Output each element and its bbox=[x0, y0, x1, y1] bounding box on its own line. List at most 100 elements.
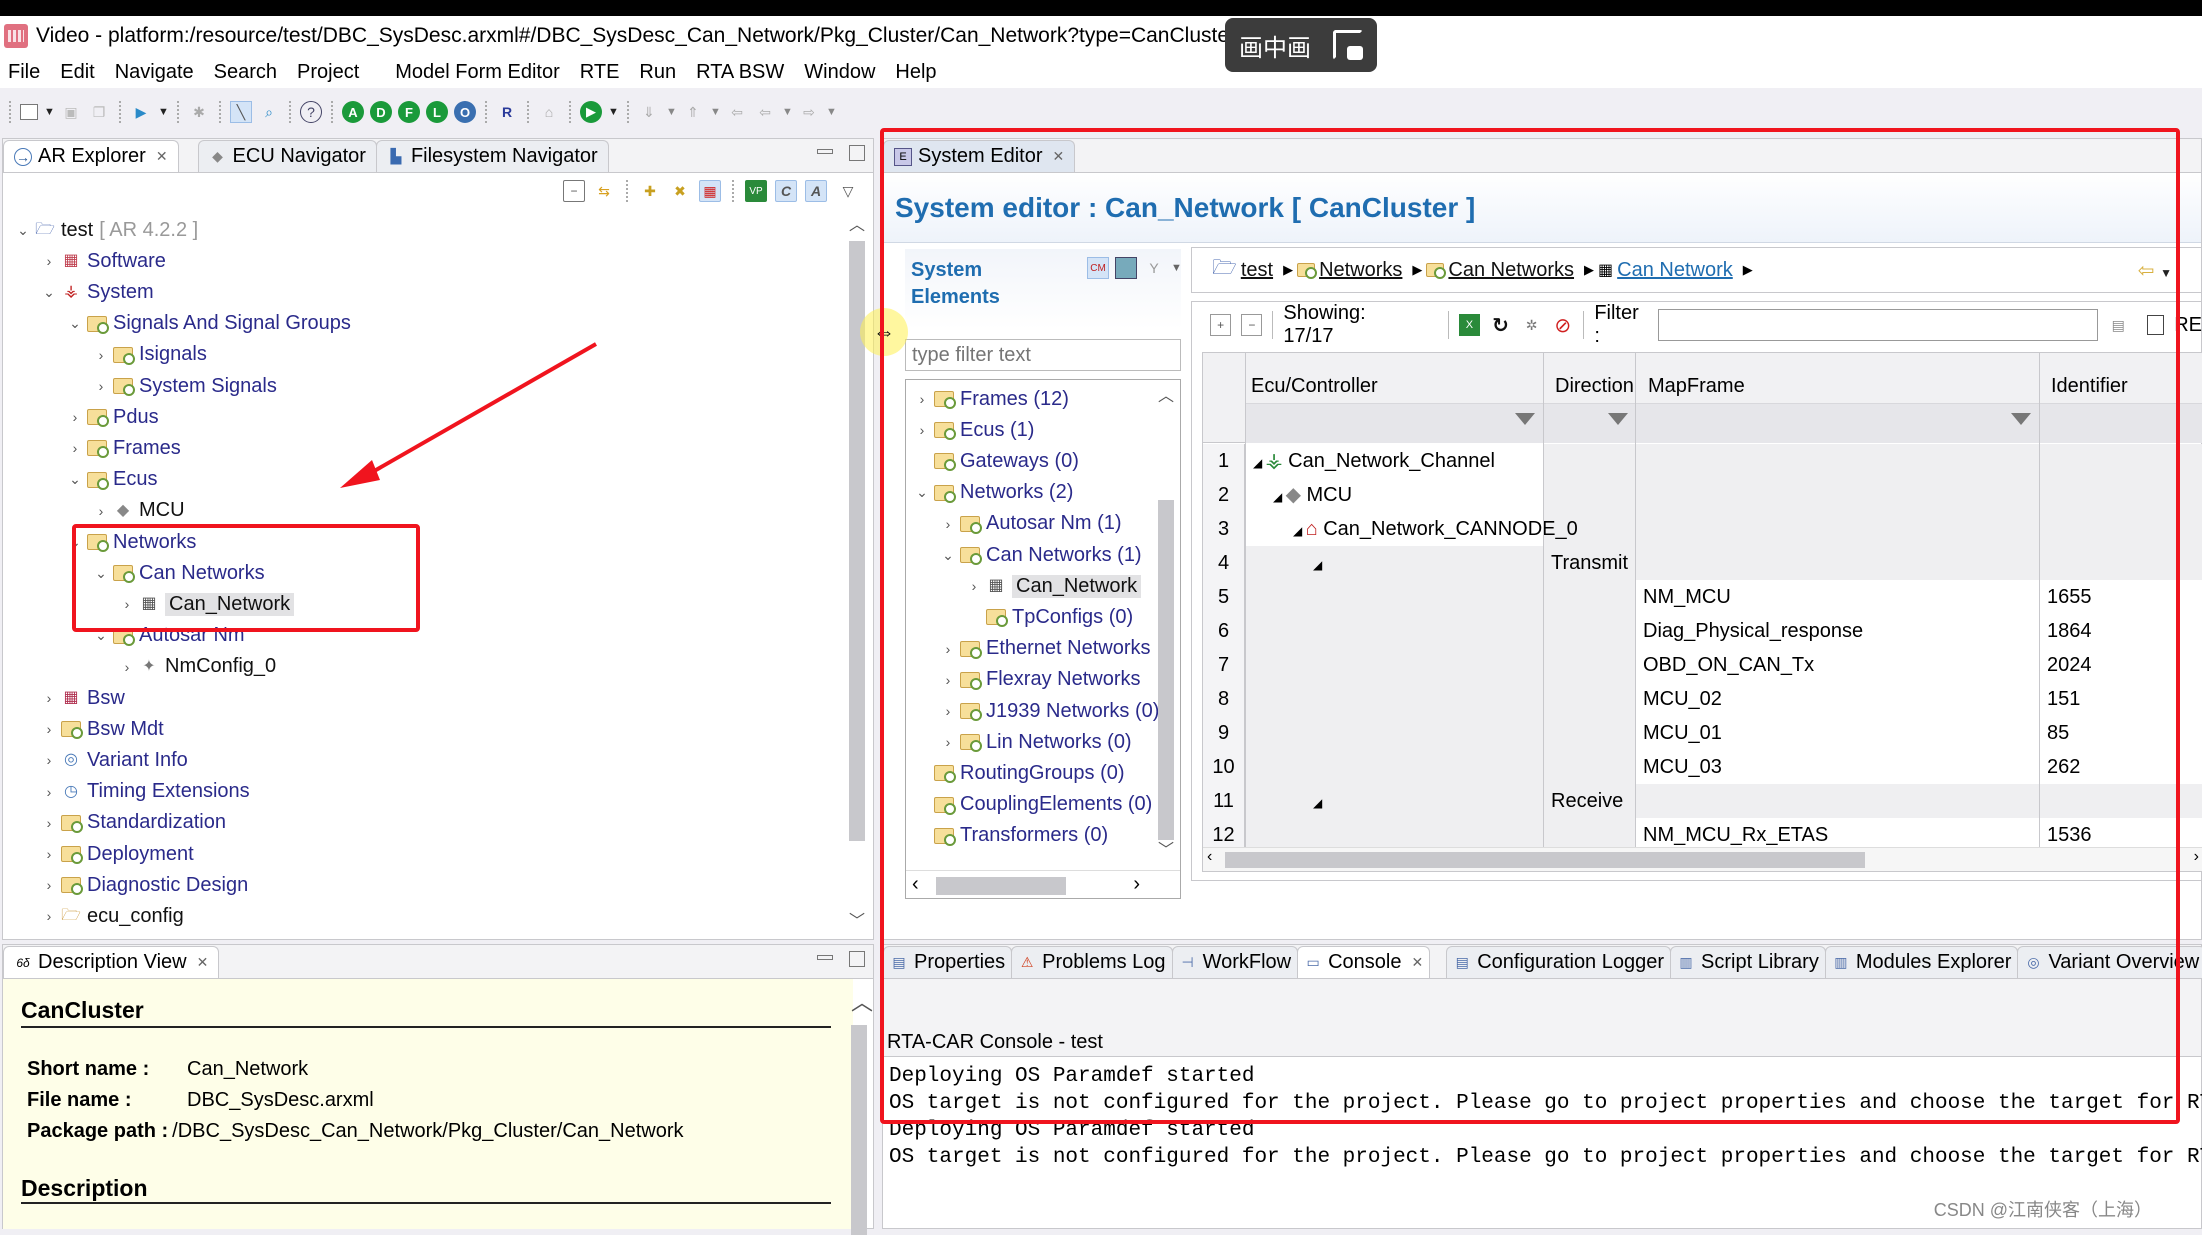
scrollbar-thumb[interactable] bbox=[1158, 500, 1174, 840]
scrollbar-thumb[interactable] bbox=[1225, 852, 1865, 868]
prev-annotation-icon[interactable]: ⇑ bbox=[682, 101, 704, 123]
system-elements-hscrollbar[interactable]: ‹ › bbox=[906, 870, 1180, 898]
tree-item[interactable]: ›System Signals bbox=[91, 371, 277, 401]
chevron-down-icon[interactable]: ⌄ bbox=[65, 471, 85, 488]
save-all-icon[interactable]: ❐ bbox=[88, 101, 110, 123]
system-element-item[interactable]: ›Ethernet Networks bbox=[938, 634, 1151, 664]
scroll-up-icon[interactable]: ︿ bbox=[851, 985, 873, 1017]
tool-icon[interactable]: ⌂ bbox=[538, 101, 560, 123]
expand-triangle-icon[interactable]: ◢ bbox=[1273, 490, 1286, 504]
toolbar-l-icon[interactable]: L bbox=[426, 101, 448, 123]
a-filter-icon[interactable]: A bbox=[805, 180, 827, 202]
tab-ar-explorer[interactable]: → AR Explorer ✕ bbox=[3, 140, 179, 172]
scroll-up-icon[interactable]: ︿ bbox=[1158, 382, 1174, 406]
tab-problems-log[interactable]: ⚠Problems Log bbox=[1011, 946, 1172, 978]
system-elements-filter-input[interactable] bbox=[905, 339, 1181, 371]
chevron-down-icon[interactable]: ⌄ bbox=[938, 547, 958, 564]
prev-annotation-dropdown-icon[interactable]: ▼ bbox=[710, 106, 720, 118]
menu-project[interactable]: Project bbox=[297, 61, 359, 84]
collapse-all-icon[interactable]: − bbox=[563, 180, 585, 202]
menu-rta-bsw[interactable]: RTA BSW bbox=[696, 61, 784, 84]
tab-properties[interactable]: ▤Properties bbox=[883, 946, 1012, 978]
breadcrumb-arrow-icon[interactable]: ▶ bbox=[1584, 262, 1594, 278]
next-annotation-dropdown-icon[interactable]: ▼ bbox=[666, 106, 676, 118]
chevron-down-icon[interactable]: ⌄ bbox=[912, 484, 932, 501]
tree-item[interactable]: ›Bsw Mdt bbox=[39, 714, 164, 744]
build-icon[interactable]: ▶ bbox=[130, 101, 152, 123]
grid-row[interactable]: 9MCU_0185 bbox=[1203, 716, 2202, 750]
tree-item[interactable]: ⌄Ecus bbox=[65, 465, 157, 495]
chevron-right-icon[interactable]: › bbox=[39, 846, 59, 862]
chevron-right-icon[interactable]: › bbox=[938, 641, 958, 657]
chevron-down-icon[interactable]: ⌄ bbox=[91, 627, 111, 644]
grid-hscrollbar[interactable]: ‹ › bbox=[1203, 847, 2202, 871]
breadcrumb-arrow-icon[interactable]: ▶ bbox=[1743, 262, 1753, 278]
toolbar-a-icon[interactable]: A bbox=[342, 101, 364, 123]
chevron-right-icon[interactable]: › bbox=[65, 409, 85, 425]
tree-item[interactable]: ›Diagnostic Design bbox=[39, 870, 248, 900]
scroll-right-icon[interactable]: › bbox=[1133, 873, 1140, 896]
tree-item[interactable]: ⌄Autosar Nm bbox=[91, 621, 245, 651]
tree-item[interactable]: ›✦NmConfig_0 bbox=[117, 652, 276, 682]
toolbar-o-icon[interactable]: O bbox=[454, 101, 476, 123]
tab-description-view[interactable]: 6δ Description View ✕ bbox=[3, 946, 219, 978]
column-header-mapframe[interactable]: MapFrame bbox=[1648, 375, 1745, 398]
tab-ecu-navigator[interactable]: ◆ ECU Navigator bbox=[198, 140, 377, 172]
back-arrow-icon[interactable]: ⇦ ▼ bbox=[2138, 258, 2172, 283]
tree-item[interactable]: ›◎Variant Info bbox=[39, 745, 188, 775]
menu-rte[interactable]: RTE bbox=[580, 61, 620, 84]
system-element-item[interactable]: ›Ecus (1) bbox=[912, 415, 1034, 445]
clear-text-icon[interactable]: ▤ bbox=[2108, 314, 2129, 336]
tree-item[interactable]: ›Deployment bbox=[39, 839, 194, 869]
pip-exit-icon[interactable] bbox=[1333, 30, 1363, 60]
add-element-icon[interactable]: ✚ bbox=[639, 180, 661, 202]
rte-icon[interactable]: R bbox=[496, 101, 518, 123]
filter-funnel-icon[interactable] bbox=[1608, 413, 1628, 425]
grid-filter-input[interactable] bbox=[1658, 309, 2098, 341]
tree-item[interactable]: ›Frames bbox=[65, 433, 181, 463]
chevron-right-icon[interactable]: › bbox=[938, 703, 958, 719]
scroll-up-icon[interactable]: ︿ bbox=[849, 211, 865, 235]
chevron-right-icon[interactable]: › bbox=[938, 516, 958, 532]
tree-item[interactable]: ›▦Software bbox=[39, 246, 166, 276]
clear-filter-icon[interactable]: ⊘ bbox=[1552, 314, 1573, 336]
regex-checkbox[interactable] bbox=[2147, 315, 2164, 335]
new-file-icon[interactable] bbox=[20, 104, 38, 120]
chevron-right-icon[interactable]: › bbox=[39, 690, 59, 706]
view-menu-icon[interactable]: ▽ bbox=[837, 180, 859, 202]
chevron-right-icon[interactable]: › bbox=[39, 784, 59, 800]
save-icon[interactable]: ▣ bbox=[60, 101, 82, 123]
chip-icon[interactable]: ✱ bbox=[188, 101, 210, 123]
tab-console[interactable]: ▭Console✕ bbox=[1297, 946, 1430, 978]
chevron-right-icon[interactable]: › bbox=[39, 877, 59, 893]
excel-export-icon[interactable]: X bbox=[1459, 314, 1480, 336]
filter-dropdown-icon[interactable]: ▼ bbox=[1171, 262, 1181, 274]
grid-row[interactable]: 11◢ Receive bbox=[1203, 784, 2202, 818]
tree-item[interactable]: ›◆MCU bbox=[91, 496, 185, 526]
chevron-right-icon[interactable]: › bbox=[117, 659, 137, 675]
grid-row[interactable]: 10MCU_03262 bbox=[1203, 750, 2202, 784]
c-filter-icon[interactable]: C bbox=[775, 180, 797, 202]
system-element-item[interactable]: Gateways (0) bbox=[912, 446, 1079, 476]
breadcrumb-networks[interactable]: Networks bbox=[1319, 259, 1402, 282]
tree-item[interactable]: ⌄⚶System bbox=[39, 277, 154, 307]
system-element-item[interactable]: CouplingElements (0) bbox=[912, 790, 1152, 820]
chevron-right-icon[interactable]: › bbox=[39, 815, 59, 831]
forward-dropdown-icon[interactable]: ▼ bbox=[826, 106, 836, 118]
annotate-icon[interactable]: ╲ bbox=[230, 101, 252, 123]
system-element-item[interactable]: ›J1939 Networks (0) bbox=[938, 696, 1159, 726]
grid-row[interactable]: 2◢ ◆ MCU bbox=[1203, 478, 2202, 512]
chevron-right-icon[interactable]: › bbox=[938, 734, 958, 750]
expand-triangle-icon[interactable]: ◢ bbox=[1253, 456, 1266, 470]
grid-row[interactable]: 7OBD_ON_CAN_Tx2024 bbox=[1203, 648, 2202, 682]
refresh-icon[interactable]: ↻ bbox=[1490, 314, 1511, 336]
menu-edit[interactable]: Edit bbox=[60, 61, 94, 84]
tree-item[interactable]: ⌄Networks bbox=[65, 527, 196, 557]
column-header-identifier[interactable]: Identifier bbox=[2051, 375, 2128, 398]
chevron-right-icon[interactable]: › bbox=[39, 908, 59, 924]
chevron-right-icon[interactable]: › bbox=[91, 503, 111, 519]
tab-variant-overview[interactable]: ◎Variant Overview bbox=[2017, 946, 2202, 978]
breadcrumb-arrow-icon[interactable]: ▶ bbox=[1412, 262, 1422, 278]
menu-search[interactable]: Search bbox=[214, 61, 277, 84]
chevron-right-icon[interactable]: › bbox=[912, 422, 932, 438]
